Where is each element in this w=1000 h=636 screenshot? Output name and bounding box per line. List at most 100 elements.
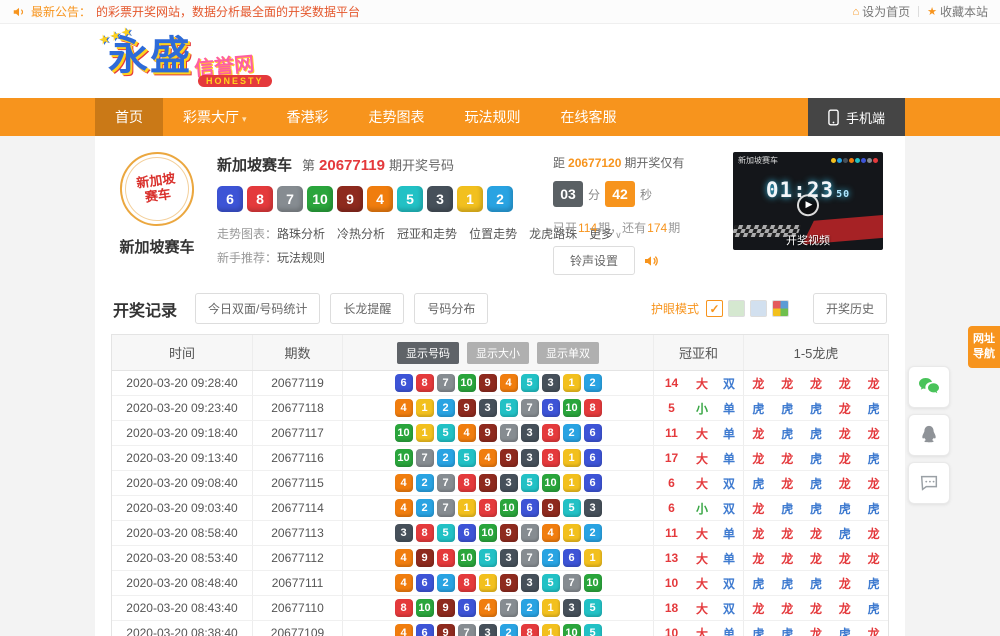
dragon-tiger-value: 龙 (830, 400, 859, 417)
dragon-tiger-value: 虎 (802, 425, 831, 442)
toggle-2[interactable]: 显示单双 (537, 342, 599, 364)
ball-4: 4 (395, 499, 413, 517)
nav-item-4[interactable]: 玩法规则 (445, 98, 541, 136)
main-content: 新加坡 赛车 新加坡赛车 新加坡赛车 第 20677119 期开奖号码 6871… (95, 136, 905, 636)
ball-10: 10 (307, 186, 333, 212)
bell-settings-button[interactable]: 铃声设置 (553, 246, 635, 275)
lottery-name: 新加坡赛车 (109, 236, 205, 257)
badge-text-2: 赛车 (144, 187, 172, 205)
eye-mode-green-swatch[interactable] (728, 300, 745, 317)
records-button-2[interactable]: 号码分布 (414, 293, 488, 324)
countdown-seconds: 42 (605, 181, 635, 207)
trend-link-3[interactable]: 位置走势 (469, 225, 517, 242)
toggle-0[interactable]: 显示号码 (397, 342, 459, 364)
dragon-tiger-value: 龙 (859, 475, 888, 492)
favorite-link[interactable]: ★ 收藏本站 (927, 3, 988, 20)
size-value: 大 (689, 525, 716, 542)
ball-9: 9 (479, 374, 497, 392)
records-button-0[interactable]: 今日双面/号码统计 (195, 293, 320, 324)
ball-2: 2 (437, 449, 455, 467)
sum-value: 14 (655, 376, 689, 390)
site-nav-tab[interactable]: 网址导航 (968, 326, 1000, 368)
ball-5: 5 (542, 574, 560, 592)
dragon-tiger-value: 龙 (859, 550, 888, 567)
trend-link-1[interactable]: 冷热分析 (337, 225, 385, 242)
nav-item-3[interactable]: 走势图表 (349, 98, 445, 136)
ball-dot (831, 158, 836, 163)
dragon-tiger-value: 虎 (830, 500, 859, 517)
ball-5: 5 (563, 499, 581, 517)
eye-mode-blue-swatch[interactable] (750, 300, 767, 317)
toggle-1[interactable]: 显示大小 (467, 342, 529, 364)
size-value: 大 (689, 550, 716, 567)
dragon-tiger-value: 龙 (744, 425, 773, 442)
ball-10: 10 (500, 499, 518, 517)
nav-mobile-label: 手机端 (846, 108, 885, 127)
ball-8: 8 (247, 186, 273, 212)
records-button-1[interactable]: 长龙提醒 (330, 293, 404, 324)
table-row: 2020-03-20 09:18:40206771171015497382611… (112, 421, 888, 446)
dragon-tiger-value: 虎 (802, 500, 831, 517)
ball-8: 8 (416, 524, 434, 542)
size-value: 大 (689, 450, 716, 467)
trend-link-0[interactable]: 路珠分析 (277, 225, 325, 242)
ball-9: 9 (500, 524, 518, 542)
history-button[interactable]: 开奖历史 (813, 293, 887, 324)
ball-2: 2 (500, 624, 518, 636)
ball-10: 10 (584, 574, 602, 592)
ball-6: 6 (542, 399, 560, 417)
ball-7: 7 (277, 186, 303, 212)
sum-value: 11 (655, 526, 689, 540)
eye-mode-default-swatch[interactable]: ✓ (706, 300, 723, 317)
nav-mobile-button[interactable]: 手机端 (808, 98, 905, 136)
ball-10: 10 (395, 424, 413, 442)
row-issue: 20677118 (271, 401, 324, 415)
sum-value: 13 (655, 551, 689, 565)
dragon-tiger-value: 虎 (744, 400, 773, 417)
dragon-tiger-value: 龙 (830, 550, 859, 567)
ball-4: 4 (395, 624, 413, 636)
size-value: 大 (689, 375, 716, 392)
ball-5: 5 (437, 424, 455, 442)
sound-icon[interactable] (643, 253, 659, 269)
ball-6: 6 (416, 624, 434, 636)
sum-value: 10 (655, 626, 689, 636)
set-home-link[interactable]: ⌂ 设为首页 (852, 3, 910, 20)
dragon-tiger-value: 龙 (802, 625, 831, 636)
qq-button[interactable] (908, 414, 950, 456)
trend-link-2[interactable]: 冠亚和走势 (397, 225, 457, 242)
play-button[interactable]: ▶ (797, 194, 819, 216)
site-logo[interactable]: ★★★ 永盛 信誉网 HONESTY (102, 28, 272, 94)
row-time: 2020-03-20 08:48:40 (126, 576, 237, 590)
parity-value: 双 (716, 575, 743, 592)
dragon-tiger-value: 龙 (744, 500, 773, 517)
wechat-button[interactable] (908, 366, 950, 408)
ball-7: 7 (458, 624, 476, 636)
issue-number: 20677119 (319, 157, 385, 174)
ball-9: 9 (437, 599, 455, 617)
dragon-tiger-value: 龙 (830, 600, 859, 617)
dragon-tiger-value: 龙 (830, 375, 859, 392)
draw-video-panel[interactable]: 新加坡赛车 01:2350 ▶ 开奖视频 (733, 152, 883, 250)
eye-mode-colorful-swatch[interactable] (772, 300, 789, 317)
nav-item-2[interactable]: 香港彩 (267, 98, 349, 136)
issue-suffix: 期开奖号码 (389, 155, 454, 174)
ball-8: 8 (542, 449, 560, 467)
row-issue: 20677115 (271, 476, 324, 490)
message-button[interactable] (908, 462, 950, 504)
draw-progress: 已开114期，还有174期 (553, 219, 721, 236)
nav-item-0[interactable]: 首页 (95, 98, 163, 136)
ball-2: 2 (542, 549, 560, 567)
ball-8: 8 (458, 474, 476, 492)
nav-item-1[interactable]: 彩票大厅▾ (163, 98, 267, 136)
ball-4: 4 (479, 599, 497, 617)
ball-6: 6 (584, 474, 602, 492)
ball-9: 9 (500, 574, 518, 592)
row-issue: 20677117 (271, 426, 324, 440)
ball-7: 7 (437, 499, 455, 517)
ball-4: 4 (479, 449, 497, 467)
rules-link[interactable]: 玩法规则 (277, 249, 325, 266)
ball-5: 5 (521, 374, 539, 392)
nav-item-5[interactable]: 在线客服 (541, 98, 637, 136)
wechat-icon (917, 375, 941, 399)
